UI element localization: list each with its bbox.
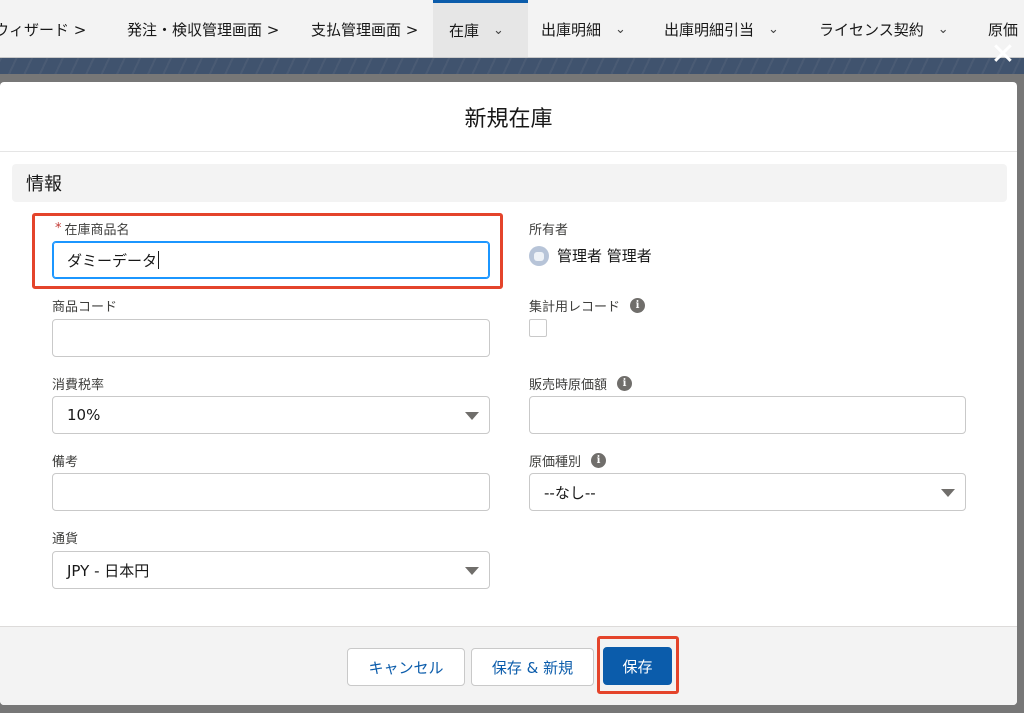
owner-value: 管理者 管理者 [529,245,652,266]
text-caret [158,251,160,269]
tab-label: 出庫明細 [541,20,602,39]
field-label-text: 在庫商品名 [64,222,130,238]
save-and-new-button[interactable]: 保存 & 新規 [471,648,594,686]
dropdown-arrow-icon [465,567,479,575]
owner-name[interactable]: 管理者 管理者 [557,245,652,266]
field-label: 通貨 [52,531,79,547]
tab-shipment-detail[interactable]: 出庫明細 ⌄ [541,0,626,57]
field-label: 所有者 [529,222,569,238]
tab-label: 出庫明細引当 [664,20,755,39]
field-label: 備考 [52,454,79,470]
section-title: 情報 [26,174,62,195]
info-icon[interactable]: i [630,297,646,313]
field-label: 販売時原価額 i [529,374,633,393]
info-icon[interactable]: i [591,452,607,468]
field-owner: 所有者 [529,219,569,238]
avatar-icon [529,245,549,266]
chevron-down-icon[interactable]: ⌄ [493,23,504,38]
field-label: 集計用レコード i [529,296,646,315]
field-label: * 在庫商品名 [55,219,130,238]
select-value: JPY - 日本円 [67,561,150,580]
required-marker: * [55,220,62,236]
dropdown-arrow-icon [465,412,479,420]
cost-type-select[interactable]: --なし-- [529,473,966,511]
save-button[interactable]: 保存 [603,647,672,685]
modal-header: 新規在庫 [0,82,1017,152]
tab-label: セットアップウィザード > [0,20,87,39]
dropdown-arrow-icon [941,489,955,497]
modal-title: 新規在庫 [464,106,553,132]
chevron-down-icon[interactable]: ⌄ [938,22,949,37]
info-icon[interactable]: i [617,375,633,391]
tab-payment[interactable]: 支払管理画面 > [311,0,419,57]
field-currency: 通貨 [52,528,79,547]
field-cost-type: 原価種別 i [529,451,607,470]
field-label: 商品コード [52,299,118,315]
input-value: ダミーデータ [67,251,158,270]
field-label: 消費税率 [52,377,105,393]
field-label-text: 販売時原価額 [529,377,608,393]
tab-shipment-allocation[interactable]: 出庫明細引当 ⌄ [664,0,779,57]
tab-inventory[interactable]: 在庫 ⌄ [433,0,528,57]
new-inventory-modal: 新規在庫 情報 * 在庫商品名 ダミーデータ 所有者 管理者 管理者 商品コード … [0,82,1017,705]
close-icon[interactable]: ✕ [986,38,1020,72]
product-code-input[interactable] [52,319,490,357]
chevron-down-icon[interactable]: ⌄ [615,22,626,37]
tab-label: 発注・検収管理画面 > [127,20,280,39]
remarks-input[interactable] [52,473,490,511]
sales-cost-input[interactable] [529,396,966,434]
app-tab-bar: セットアップウィザード > 発注・検収管理画面 > 支払管理画面 > 在庫 ⌄ 出… [0,0,1024,58]
field-label-text: 集計用レコード [529,299,621,315]
tab-label: 在庫 [449,22,480,40]
field-sales-cost: 販売時原価額 i [529,374,633,393]
field-tax-rate: 消費税率 [52,374,105,393]
tab-license[interactable]: ライセンス契約 ⌄ [819,0,949,57]
field-product-code: 商品コード [52,296,118,315]
field-label-text: 原価種別 [529,454,582,470]
tab-label: 支払管理画面 > [311,20,419,39]
field-label: 原価種別 i [529,451,607,470]
select-value: 10% [67,406,101,424]
currency-select[interactable]: JPY - 日本円 [52,551,490,589]
field-summary-record: 集計用レコード i [529,296,646,315]
inventory-name-input[interactable]: ダミーデータ [52,241,490,279]
cancel-button[interactable]: キャンセル [347,648,465,686]
tab-label: ライセンス契約 [819,20,924,39]
summary-record-checkbox[interactable] [529,319,547,337]
field-remarks: 備考 [52,451,79,470]
select-value: --なし-- [544,483,596,502]
tab-setup-wizard[interactable]: セットアップウィザード > [0,0,87,57]
tab-order-inspection[interactable]: 発注・検収管理画面 > [127,0,280,57]
section-header-info[interactable]: 情報 [12,164,1007,202]
tax-rate-select[interactable]: 10% [52,396,490,434]
modal-footer: キャンセル 保存 & 新規 保存 [0,626,1017,705]
field-name: * 在庫商品名 [55,219,130,238]
chevron-down-icon[interactable]: ⌄ [768,22,779,37]
